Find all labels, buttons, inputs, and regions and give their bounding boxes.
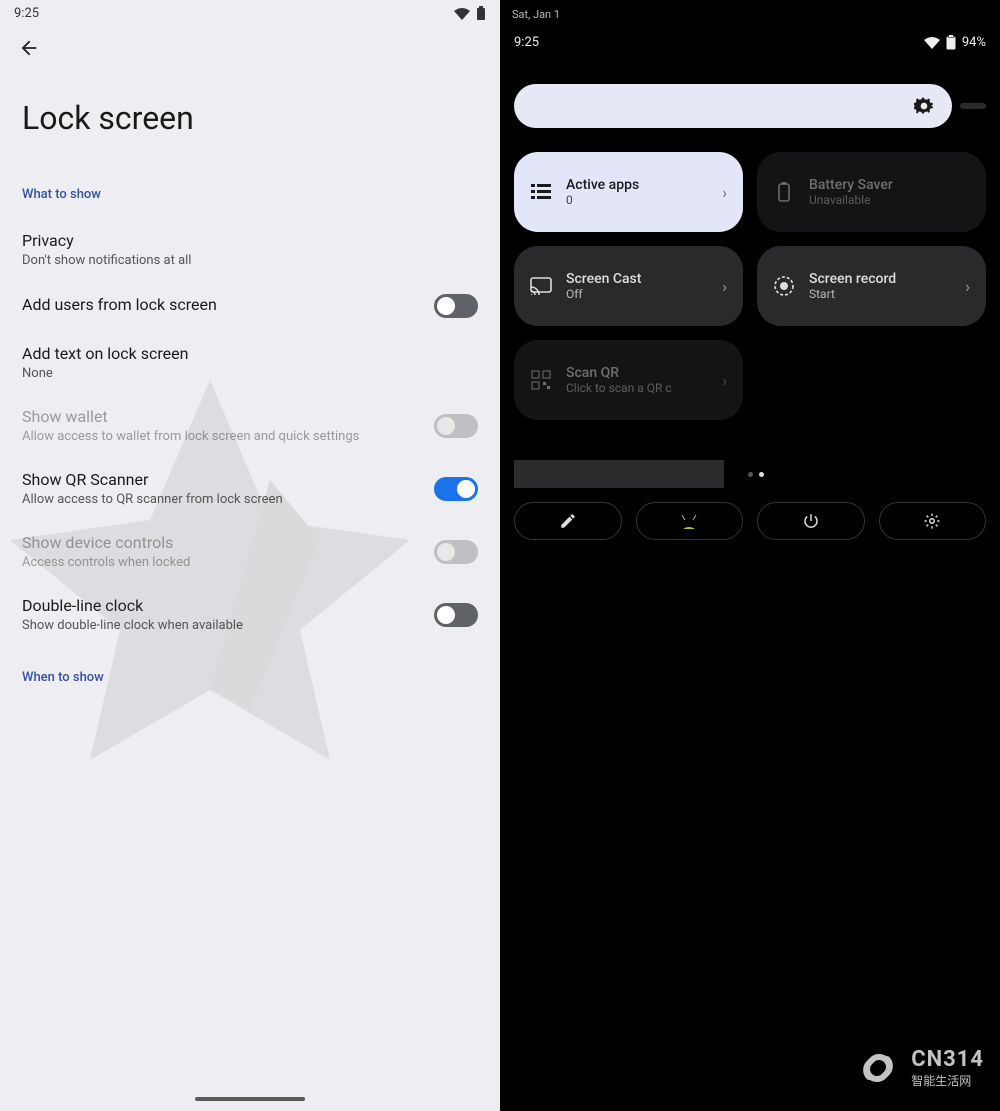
setting-sub: Allow access to wallet from lock screen …: [22, 429, 414, 444]
watermark-logo: CN314 智能生活网: [855, 1045, 984, 1091]
quick-settings-panel: Sat, Jan 1 9:25 94% Active apps 0: [500, 0, 1000, 1111]
settings-button[interactable]: [879, 502, 987, 540]
back-arrow-icon: [18, 37, 482, 59]
tile-sub: Start: [809, 287, 965, 301]
page-dot-active[interactable]: [759, 472, 764, 477]
chevron-right-icon: ›: [965, 277, 970, 296]
qs-action-row: [514, 502, 986, 540]
back-button[interactable]: [0, 27, 500, 69]
redacted-region: [514, 460, 724, 488]
cast-icon: [530, 277, 552, 295]
setting-add-text[interactable]: Add text on lock screen None: [0, 331, 500, 394]
power-icon: [802, 512, 820, 530]
logo-tagline: 智能生活网: [911, 1072, 984, 1089]
toggle-add-users[interactable]: [434, 294, 478, 318]
edit-button[interactable]: [514, 502, 622, 540]
power-button[interactable]: [757, 502, 865, 540]
page-dot[interactable]: [748, 472, 753, 477]
setting-show-wallet[interactable]: Show wallet Allow access to wallet from …: [0, 394, 500, 457]
tile-title: Screen record: [809, 271, 965, 287]
tile-sub: Unavailable: [809, 193, 970, 207]
battery-icon: [773, 182, 795, 202]
tile-sub: 0: [566, 193, 722, 207]
wifi-icon: [924, 37, 940, 49]
toggle-double-line-clock[interactable]: [434, 603, 478, 627]
tile-title: Battery Saver: [809, 177, 970, 193]
tile-active-apps[interactable]: Active apps 0 ›: [514, 152, 743, 232]
pencil-icon: [559, 512, 577, 530]
setting-title: Privacy: [22, 231, 478, 250]
link-icon: [855, 1045, 901, 1091]
record-icon: [773, 275, 795, 297]
toggle-device-controls[interactable]: [434, 540, 478, 564]
tile-title: Active apps: [566, 177, 722, 193]
tile-screen-record[interactable]: Screen record Start ›: [757, 246, 986, 326]
brightness-slider[interactable]: [514, 84, 986, 128]
section-what-to-show: What to show: [0, 187, 500, 218]
qs-tile-grid: Active apps 0 › Battery Saver Unavailabl…: [514, 152, 986, 420]
status-time: 9:25: [14, 6, 39, 21]
wifi-icon: [454, 8, 470, 20]
user-button[interactable]: [636, 502, 744, 540]
battery-icon: [476, 6, 486, 21]
status-icons: 94%: [924, 35, 986, 50]
tile-scan-qr[interactable]: Scan QR Click to scan a QR c ›: [514, 340, 743, 420]
setting-privacy[interactable]: Privacy Don't show notifications at all: [0, 218, 500, 281]
status-bar: 9:25 94%: [500, 29, 1000, 56]
tile-sub: Click to scan a QR c: [566, 381, 722, 395]
android-icon: [677, 513, 701, 529]
tile-sub: Off: [566, 287, 722, 301]
tile-title: Scan QR: [566, 365, 722, 381]
logo-brand: CN314: [911, 1047, 984, 1072]
page-title: Lock screen: [0, 69, 500, 187]
settings-panel: 9:25 Lock screen What to show Privacy Do…: [0, 0, 500, 1111]
setting-title: Add users from lock screen: [22, 295, 414, 314]
section-when-to-show: When to show: [0, 646, 500, 701]
toggle-show-wallet[interactable]: [434, 414, 478, 438]
setting-title: Add text on lock screen: [22, 344, 478, 363]
tile-screen-cast[interactable]: Screen Cast Off ›: [514, 246, 743, 326]
setting-title: Show wallet: [22, 407, 414, 426]
status-time: 9:25: [514, 35, 539, 50]
setting-sub: Show double-line clock when available: [22, 618, 414, 633]
setting-add-users[interactable]: Add users from lock screen: [0, 281, 500, 331]
battery-percent: 94%: [962, 35, 986, 50]
gear-icon: [914, 96, 934, 116]
setting-title: Double-line clock: [22, 596, 414, 615]
setting-device-controls[interactable]: Show device controls Access controls whe…: [0, 520, 500, 583]
setting-title: Show QR Scanner: [22, 470, 414, 489]
qr-icon: [530, 370, 552, 390]
list-icon: [530, 183, 552, 201]
setting-show-qr[interactable]: Show QR Scanner Allow access to QR scann…: [0, 457, 500, 520]
qs-pager: [514, 460, 986, 488]
chevron-right-icon: ›: [722, 277, 727, 296]
status-icons: [454, 6, 486, 21]
setting-double-line-clock[interactable]: Double-line clock Show double-line clock…: [0, 583, 500, 646]
setting-sub: None: [22, 366, 478, 381]
brightness-track-end: [960, 103, 986, 109]
chevron-right-icon: ›: [722, 183, 727, 202]
nav-handle[interactable]: [195, 1097, 305, 1101]
setting-sub: Access controls when locked: [22, 555, 414, 570]
status-bar: 9:25: [0, 0, 500, 27]
battery-icon: [946, 35, 956, 50]
chevron-right-icon: ›: [722, 371, 727, 390]
setting-sub: Allow access to QR scanner from lock scr…: [22, 492, 414, 507]
tile-title: Screen Cast: [566, 271, 722, 287]
setting-title: Show device controls: [22, 533, 414, 552]
tile-battery-saver[interactable]: Battery Saver Unavailable: [757, 152, 986, 232]
status-date: Sat, Jan 1: [500, 0, 1000, 29]
gear-icon: [923, 512, 941, 530]
toggle-show-qr[interactable]: [434, 477, 478, 501]
setting-sub: Don't show notifications at all: [22, 253, 478, 268]
